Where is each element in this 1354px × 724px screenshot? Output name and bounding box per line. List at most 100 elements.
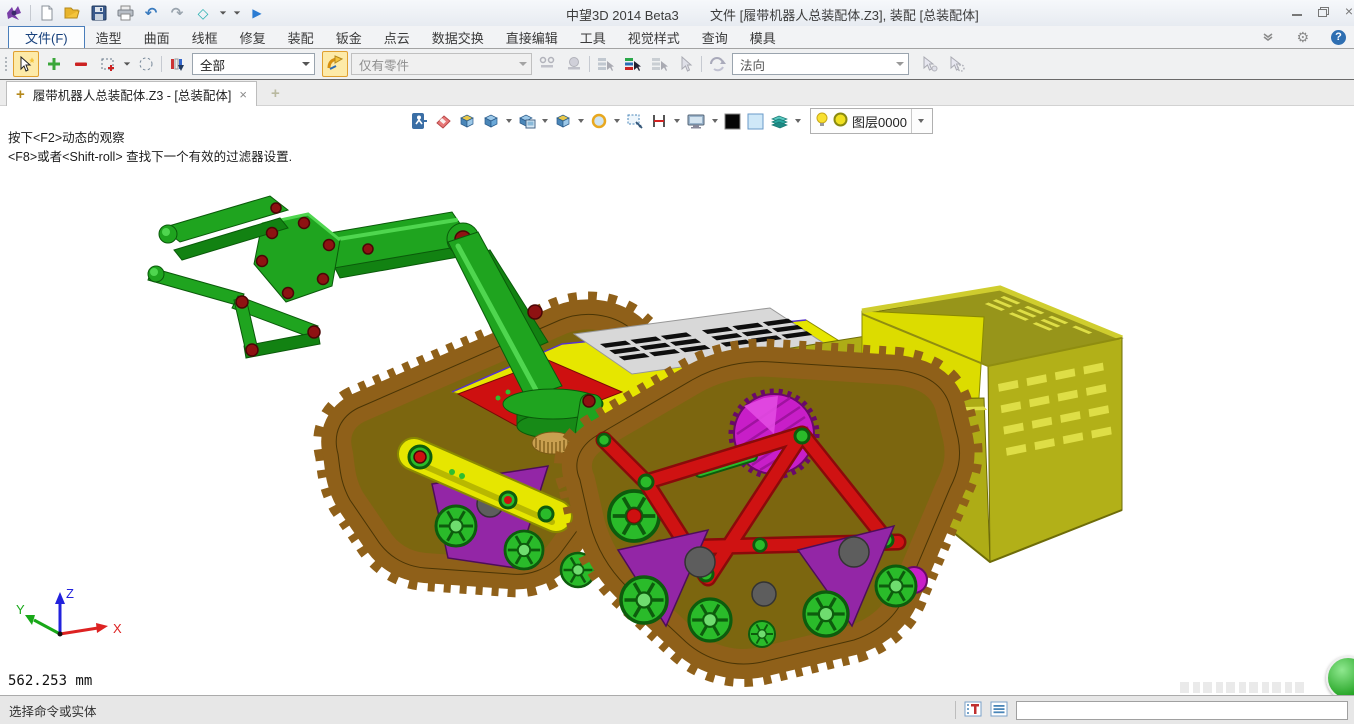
open-file-icon[interactable] [63, 3, 83, 23]
selection-toolbar: 全部 仅有零件 [0, 49, 1354, 80]
ribbon-collapse-icon[interactable] [1262, 30, 1274, 45]
minimize-button[interactable] [1284, 0, 1310, 22]
cursor-gear-button[interactable] [945, 52, 969, 76]
view-diamond-icon[interactable]: ◇ [193, 3, 213, 23]
background-swatch-black[interactable] [723, 110, 742, 132]
tab-inquire[interactable]: 查询 [691, 26, 739, 48]
pick-filter-button[interactable] [322, 51, 348, 77]
document-tab-active[interactable]: + 履带机器人总装配体.Z3 - [总装配体] × [6, 81, 257, 106]
print-icon[interactable] [115, 3, 135, 23]
entity-filter-caret[interactable] [302, 62, 310, 66]
app-logo-icon[interactable] [4, 3, 24, 23]
render-mode-icon[interactable] [553, 110, 573, 132]
bulb-icon[interactable] [815, 111, 829, 131]
shaded-view-icon[interactable] [457, 110, 477, 132]
help-icon[interactable]: ? [1331, 30, 1346, 45]
tab-close-icon[interactable]: × [239, 88, 247, 101]
lasso-select-button[interactable] [134, 52, 158, 76]
tab-pointcloud[interactable]: 点云 [373, 26, 421, 48]
model-canvas[interactable] [0, 106, 1354, 695]
zoom-lens-caret[interactable] [614, 119, 620, 123]
zoom-window-icon[interactable] [625, 110, 645, 132]
tab-assembly[interactable]: 装配 [277, 26, 325, 48]
exit-view-icon[interactable] [410, 110, 429, 132]
tab-repair[interactable]: 修复 [229, 26, 277, 48]
remove-selection-button[interactable] [69, 52, 93, 76]
viewport[interactable]: 图层0000 按下<F2>动态的观察 <F8>或者<Shift-roll> 查找… [0, 106, 1354, 695]
window-controls: × [1284, 0, 1354, 22]
command-input[interactable] [1016, 701, 1348, 720]
background-swatch-blue[interactable] [746, 110, 765, 132]
cursor-sparkle-button[interactable] [918, 52, 942, 76]
window-select-button[interactable] [96, 52, 120, 76]
zoom-lens-icon[interactable] [589, 110, 609, 132]
toolbar-options-caret[interactable] [234, 11, 240, 14]
separator [589, 56, 590, 72]
tab-direct-edit[interactable]: 直接编辑 [495, 26, 569, 48]
gripper[interactable] [148, 196, 340, 358]
orientation-value: 法向 [740, 55, 765, 74]
display-monitor-icon[interactable] [685, 110, 707, 132]
pick-list-button-3[interactable] [647, 52, 671, 76]
annotation-filter-icon[interactable] [964, 701, 982, 720]
visual-layers-caret[interactable] [795, 119, 801, 123]
layer-selector[interactable]: 图层0000 [810, 108, 933, 134]
eraser-icon[interactable] [433, 110, 453, 132]
settings-gear-icon[interactable]: ⚙ [1296, 29, 1309, 46]
measure-caret[interactable] [674, 119, 680, 123]
new-document-tab[interactable]: + [257, 81, 294, 105]
measure-extent-icon[interactable] [649, 110, 669, 132]
orientation-combobox[interactable]: 法向 [732, 53, 909, 75]
tab-plus-icon[interactable]: + [16, 87, 25, 102]
tab-file[interactable]: 文件(F) [8, 26, 85, 48]
view-cube-caret[interactable] [506, 119, 512, 123]
tab-tools[interactable]: 工具 [569, 26, 617, 48]
tab-sheetmetal[interactable]: 钣金 [325, 26, 373, 48]
select-cursor-button[interactable] [13, 51, 39, 77]
orientation-icon[interactable] [705, 52, 729, 76]
pick-list-button-2[interactable] [620, 52, 644, 76]
tab-visual-style[interactable]: 视觉样式 [617, 26, 691, 48]
command-list-icon[interactable] [990, 701, 1008, 720]
undo-icon[interactable]: ↶ [141, 3, 161, 23]
document-tab-bar: + 履带机器人总装配体.Z3 - [总装配体] × + [0, 80, 1354, 106]
restore-button[interactable] [1310, 0, 1336, 22]
filter-colors-icon[interactable] [165, 52, 189, 76]
watermark [1180, 682, 1308, 693]
tab-wireframe[interactable]: 线框 [181, 26, 229, 48]
app-window: ↶ ↷ ◇ ▶ 中望3D 2014 Beta3 文件 [履带机器人总装配体.Z3… [0, 0, 1354, 724]
close-button[interactable]: × [1336, 0, 1354, 22]
layer-selector-caret[interactable] [911, 109, 930, 133]
visual-layers-icon[interactable] [769, 110, 790, 132]
display-mode-icon[interactable] [517, 110, 537, 132]
tab-data-exchange[interactable]: 数据交换 [421, 26, 495, 48]
pick-filter-caret[interactable] [519, 62, 527, 66]
tab-shape[interactable]: 造型 [85, 26, 133, 48]
play-icon[interactable]: ▶ [247, 3, 267, 23]
redo-icon[interactable]: ↷ [167, 3, 187, 23]
layer-color-icon[interactable] [833, 112, 848, 130]
road-wheel [749, 621, 775, 647]
pick-list-button-1[interactable] [593, 52, 617, 76]
view-cube-icon[interactable] [481, 110, 501, 132]
render-mode-caret[interactable] [578, 119, 584, 123]
pick-filter-combobox[interactable]: 仅有零件 [351, 53, 532, 75]
display-mode-caret[interactable] [542, 119, 548, 123]
add-selection-button[interactable] [42, 52, 66, 76]
right-track[interactable] [577, 362, 960, 664]
new-tab-plus-icon[interactable]: + [271, 86, 280, 101]
pick-last-button[interactable] [674, 52, 698, 76]
window-select-caret[interactable] [124, 62, 130, 65]
tab-mold[interactable]: 模具 [739, 26, 787, 48]
road-wheel [505, 531, 543, 569]
view-dropdown-caret[interactable] [220, 11, 226, 14]
tab-surface[interactable]: 曲面 [133, 26, 181, 48]
toolbar-grip[interactable] [2, 57, 10, 71]
new-file-icon[interactable] [37, 3, 57, 23]
display-monitor-caret[interactable] [712, 119, 718, 123]
save-icon[interactable] [89, 3, 109, 23]
orientation-caret[interactable] [896, 62, 904, 66]
entity-filter-combobox[interactable]: 全部 [192, 53, 315, 75]
default-constraint-icon[interactable] [535, 52, 559, 76]
default-anchor-icon[interactable] [562, 52, 586, 76]
